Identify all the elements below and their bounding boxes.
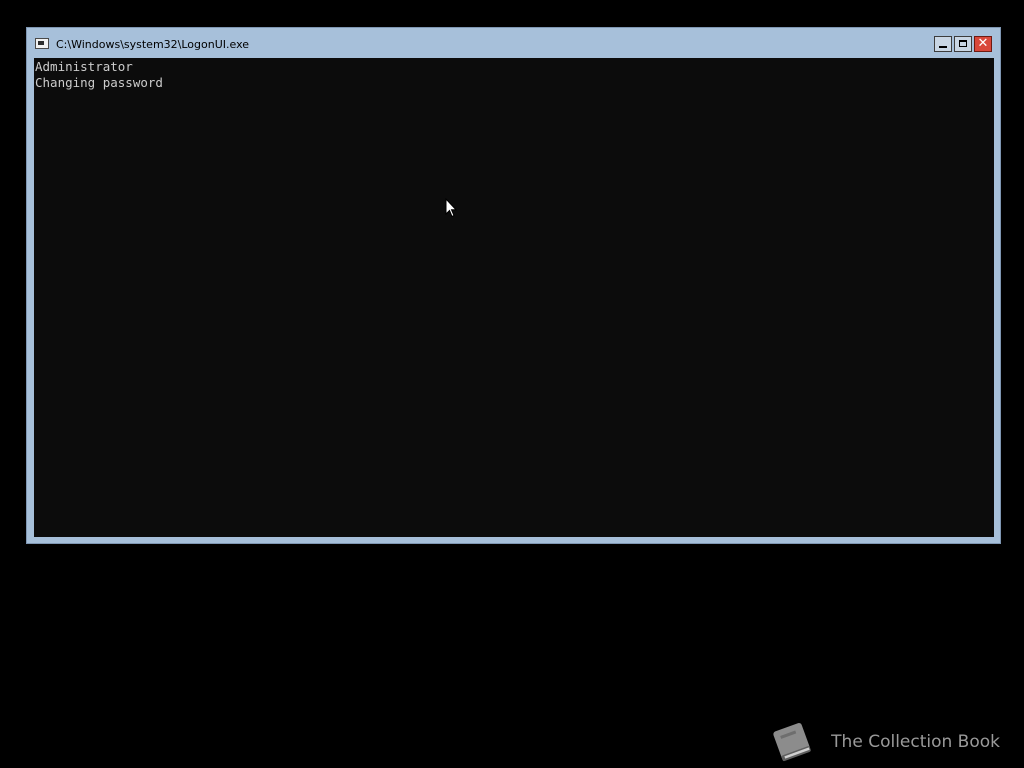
- minimize-icon: [939, 46, 947, 48]
- window-title: C:\Windows\system32\LogonUI.exe: [56, 38, 250, 51]
- console-line-user: Administrator: [35, 59, 133, 74]
- maximize-button[interactable]: [954, 36, 972, 52]
- console-app-icon[interactable]: [35, 38, 49, 49]
- minimize-button[interactable]: [934, 36, 952, 52]
- maximize-icon: [959, 40, 967, 47]
- close-button[interactable]: ✕: [974, 36, 992, 52]
- console-window: C:\Windows\system32\LogonUI.exe ✕ Admini…: [26, 27, 1001, 544]
- watermark: The Collection Book: [767, 718, 1000, 766]
- caption-buttons: ✕: [934, 36, 992, 54]
- console-output[interactable]: Administrator Changing password: [34, 58, 994, 537]
- title-bar[interactable]: C:\Windows\system32\LogonUI.exe ✕: [27, 28, 1000, 58]
- console-line-status: Changing password: [35, 75, 163, 90]
- desktop: C:\Windows\system32\LogonUI.exe ✕ Admini…: [0, 0, 1024, 768]
- watermark-text: The Collection Book: [831, 732, 1000, 752]
- close-icon: ✕: [977, 36, 989, 51]
- book-icon: [773, 723, 811, 762]
- mouse-pointer-icon: [445, 198, 457, 218]
